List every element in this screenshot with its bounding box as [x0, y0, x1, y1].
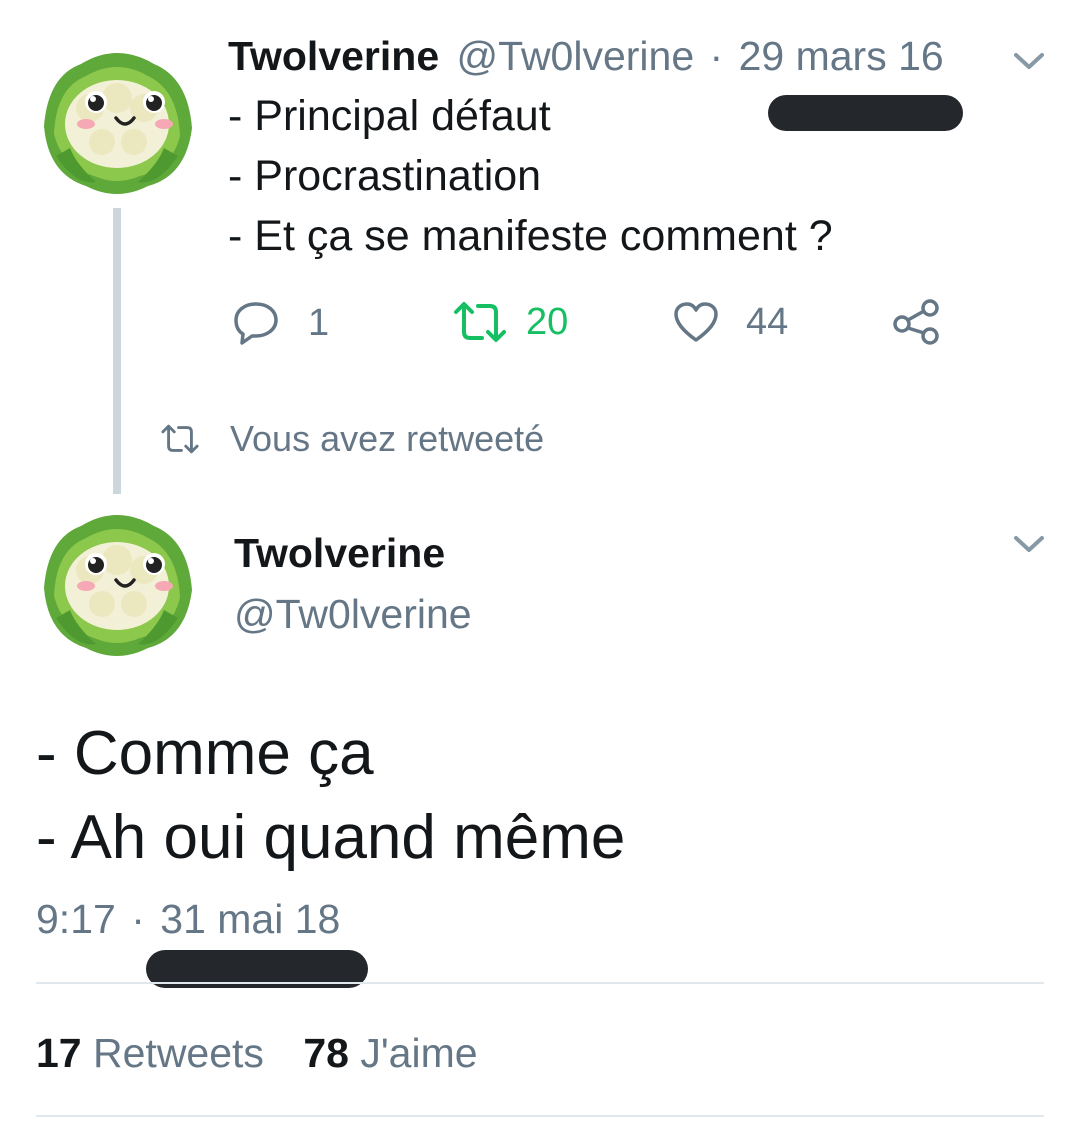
retweet-notice-label: Vous avez retweeté — [230, 418, 545, 459]
divider — [36, 982, 1044, 984]
main-tweet-timestamp[interactable]: 9:17 · 31 mai 18 — [36, 893, 340, 945]
retweets-count: 17 — [36, 1030, 82, 1076]
main-author-handle[interactable]: @Tw0lverine — [234, 588, 472, 640]
retweet-count: 20 — [526, 300, 569, 343]
like-button[interactable]: 44 — [672, 300, 788, 344]
divider — [36, 1115, 1044, 1117]
reply-icon — [234, 302, 278, 345]
tweet-date: 31 mai 18 — [160, 896, 341, 942]
tweet-line: - Procrastination — [228, 152, 542, 200]
like-count: 44 — [746, 300, 789, 343]
chevron-down-icon[interactable] — [1012, 50, 1046, 77]
author-name[interactable]: Twolverine — [228, 33, 439, 79]
retweet-button[interactable]: 20 — [452, 300, 568, 344]
tweet-time: 9:17 — [36, 896, 116, 942]
avatar-first-tweet[interactable] — [36, 36, 198, 198]
author-handle[interactable]: @Tw0lverine — [457, 33, 695, 79]
first-tweet-text: - Principal défaut - Procrastination - E… — [228, 86, 833, 266]
retweet-small-icon — [161, 424, 199, 454]
thread-line — [113, 208, 121, 494]
main-tweet-text: - Comme ça - Ah oui quand même — [36, 712, 625, 880]
likes-stat[interactable]: 78 J'aime — [303, 1030, 477, 1076]
avatar-main-tweet[interactable] — [36, 498, 198, 660]
redaction-mark — [768, 95, 963, 131]
reply-count: 1 — [308, 301, 330, 344]
cauliflower-avatar-image — [36, 498, 198, 660]
likes-label: J'aime — [360, 1030, 478, 1076]
chevron-down-icon[interactable] — [1012, 533, 1046, 560]
tweet-date[interactable]: 29 mars 16 — [739, 33, 944, 79]
reply-button[interactable]: 1 — [232, 300, 329, 346]
tweet-line: - Et ça se manifeste comment ? — [228, 212, 833, 260]
tweet-line: - Principal défaut — [228, 92, 551, 140]
like-icon — [674, 302, 718, 342]
dot-separator: · — [131, 896, 145, 942]
tweet-stats: 17 Retweets 78 J'aime — [36, 1027, 478, 1079]
likes-count: 78 — [303, 1030, 349, 1076]
retweet-notice: Vous avez retweeté — [160, 418, 544, 460]
cauliflower-avatar-image — [36, 36, 198, 198]
retweets-label: Retweets — [93, 1030, 264, 1076]
tweet-line: - Ah oui quand même — [36, 803, 626, 872]
retweets-stat[interactable]: 17 Retweets — [36, 1030, 275, 1076]
first-tweet-header: Twolverine @Tw0lverine · 29 mars 16 — [228, 30, 944, 82]
main-author-name[interactable]: Twolverine — [234, 527, 445, 579]
dot-separator: · — [709, 33, 724, 79]
tweet-line: - Comme ça — [36, 719, 374, 788]
share-icon[interactable] — [890, 298, 942, 351]
retweet-icon — [454, 302, 506, 342]
